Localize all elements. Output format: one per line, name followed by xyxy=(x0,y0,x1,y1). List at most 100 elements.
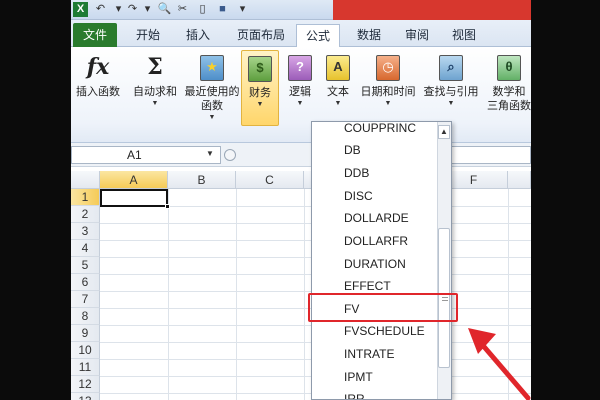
function-item-db[interactable]: DB xyxy=(344,139,361,161)
row-header-11[interactable]: 11 xyxy=(71,359,100,376)
print-preview-icon[interactable]: 🔍 xyxy=(157,2,172,17)
math-trig-button[interactable]: θ 数学和 三角函数 xyxy=(487,53,531,113)
text-button[interactable]: A 文本 ▼ xyxy=(321,53,355,109)
excel-icon[interactable]: X xyxy=(73,2,88,17)
financial-functions-dropdown: COUPPRINC DB DDB DISC DOLLARDE DOLLARFR … xyxy=(311,121,452,400)
fx-icon: fx xyxy=(86,54,110,80)
math-trig-label-2: 三角函数 xyxy=(487,100,531,112)
text-label: 文本 xyxy=(327,86,349,98)
column-header-g[interactable] xyxy=(508,171,531,189)
datetime-button[interactable]: ◷ 日期和时间 ▼ xyxy=(359,53,417,109)
recently-used-dropdown-icon: ▼ xyxy=(208,114,216,121)
lookup-label: 查找与引用 xyxy=(423,86,479,98)
name-box-dropdown-icon[interactable]: ▼ xyxy=(206,149,214,158)
save-icon[interactable]: ■ xyxy=(215,2,230,17)
financial-button[interactable]: $ 财务 ▼ xyxy=(241,50,279,126)
financial-label: 财务 xyxy=(249,87,271,99)
scroll-up-icon[interactable]: ▲ xyxy=(438,125,450,139)
function-item-disc[interactable]: DISC xyxy=(344,185,373,207)
row-header-3[interactable]: 3 xyxy=(71,223,100,240)
row-header-4[interactable]: 4 xyxy=(71,240,100,257)
logical-label: 逻辑 xyxy=(289,86,311,98)
row-header-2[interactable]: 2 xyxy=(71,206,100,223)
row-header-1[interactable]: 1 xyxy=(71,189,100,206)
row-header-9[interactable]: 9 xyxy=(71,325,100,342)
text-book-icon: A xyxy=(326,55,350,81)
tools-icon[interactable]: ✂ xyxy=(175,2,190,17)
function-item-dollarde[interactable]: DOLLARDE xyxy=(344,207,409,229)
insert-function-label: 插入函数 xyxy=(76,86,120,98)
tab-view[interactable]: 视图 xyxy=(444,24,484,46)
function-item-intrate[interactable]: INTRATE xyxy=(344,343,394,365)
column-header-a[interactable]: A xyxy=(100,171,168,189)
row-header-13[interactable]: 13 xyxy=(71,393,100,400)
gridline xyxy=(304,189,305,400)
math-trig-label-1: 数学和 xyxy=(492,86,526,98)
dropdown-scrollbar[interactable]: ▲ xyxy=(437,122,451,399)
redo-dropdown-icon[interactable]: ▾ xyxy=(140,2,155,17)
arrow-head xyxy=(468,328,496,354)
red-arrow-icon xyxy=(468,328,531,400)
active-cell-a1[interactable] xyxy=(100,189,168,207)
new-doc-icon[interactable]: ▯ xyxy=(195,2,210,17)
money-book-icon: $ xyxy=(248,56,272,82)
function-item-ipmt[interactable]: IPMT xyxy=(344,366,373,388)
column-header-c[interactable]: C xyxy=(236,171,304,189)
function-item-duration[interactable]: DURATION xyxy=(344,253,406,275)
tab-home[interactable]: 开始 xyxy=(127,24,169,46)
magnifier-book-icon: ⌕ xyxy=(439,55,463,81)
tab-data[interactable]: 数据 xyxy=(347,24,391,46)
column-header-b[interactable]: B xyxy=(168,171,236,189)
autosum-label: 自动求和 xyxy=(133,86,177,98)
tab-page-layout[interactable]: 页面布局 xyxy=(228,24,294,46)
formula-bar: A1 ▼ xyxy=(71,143,531,167)
function-item-dollarfr[interactable]: DOLLARFR xyxy=(344,230,408,252)
function-item-coupprinc[interactable]: COUPPRINC xyxy=(344,122,416,139)
gridline xyxy=(168,189,169,400)
row-header-12[interactable]: 12 xyxy=(71,376,100,393)
select-all-corner[interactable] xyxy=(71,171,100,189)
customize-icon[interactable]: ▾ xyxy=(235,2,250,17)
worksheet-grid[interactable]: A B C D E F 1 2 3 4 5 6 7 8 9 10 11 12 1… xyxy=(71,167,531,400)
function-item-ddb[interactable]: DDB xyxy=(344,162,369,184)
datetime-dropdown-icon: ▼ xyxy=(384,100,392,107)
tab-review[interactable]: 审阅 xyxy=(397,24,437,46)
gridline xyxy=(236,189,237,400)
redo-icon[interactable]: ↷ xyxy=(125,2,140,17)
financial-dropdown-icon: ▼ xyxy=(256,101,264,108)
sigma-icon: Σ xyxy=(147,54,163,80)
title-bar-strip xyxy=(333,0,531,20)
row-header-7[interactable]: 7 xyxy=(71,291,100,308)
tab-insert[interactable]: 插入 xyxy=(177,24,219,46)
star-book-icon: ★ xyxy=(200,55,224,81)
insert-function-button[interactable]: fx 插入函数 xyxy=(73,53,123,99)
function-item-fvschedule[interactable]: FVSCHEDULE xyxy=(344,320,425,342)
undo-icon[interactable]: ↶ xyxy=(93,2,108,17)
theta-book-icon: θ xyxy=(497,55,521,81)
row-header-6[interactable]: 6 xyxy=(71,274,100,291)
name-box[interactable]: A1 xyxy=(71,146,221,164)
lookup-dropdown-icon: ▼ xyxy=(447,100,455,107)
recently-used-label-2: 函数 xyxy=(201,100,223,112)
clock-book-icon: ◷ xyxy=(376,55,400,81)
ribbon-tabs: 文件 开始 插入 页面布局 公式 数据 审阅 视图 xyxy=(71,20,531,48)
tab-formulas[interactable]: 公式 xyxy=(296,24,340,48)
lookup-button[interactable]: ⌕ 查找与引用 ▼ xyxy=(421,53,481,109)
row-header-10[interactable]: 10 xyxy=(71,342,100,359)
formula-bar-button[interactable] xyxy=(224,149,236,161)
tab-file[interactable]: 文件 xyxy=(73,23,117,47)
fill-handle[interactable] xyxy=(165,204,170,209)
formulas-ribbon: fx 插入函数 Σ 自动求和 ▼ ★ 最近使用的 函数 ▼ $ 财务 ▼ ? 逻… xyxy=(71,47,531,143)
arrow-shaft xyxy=(477,339,531,400)
autosum-button[interactable]: Σ 自动求和 ▼ xyxy=(129,53,181,109)
excel-window: X ↶ ▾ ↷ ▾ 🔍 ✂ ▯ ■ ▾ 文件 开始 插入 页面布局 公式 数据 … xyxy=(71,0,531,400)
row-header-8[interactable]: 8 xyxy=(71,308,100,325)
fv-highlight-box xyxy=(308,293,458,322)
function-item-irr[interactable]: IRR xyxy=(344,388,365,399)
logical-button[interactable]: ? 逻辑 ▼ xyxy=(283,53,317,109)
row-header-5[interactable]: 5 xyxy=(71,257,100,274)
text-dropdown-icon: ▼ xyxy=(334,100,342,107)
datetime-label: 日期和时间 xyxy=(360,86,416,98)
recently-used-button[interactable]: ★ 最近使用的 函数 ▼ xyxy=(183,53,241,123)
undo-dropdown-icon[interactable]: ▾ xyxy=(111,2,126,17)
